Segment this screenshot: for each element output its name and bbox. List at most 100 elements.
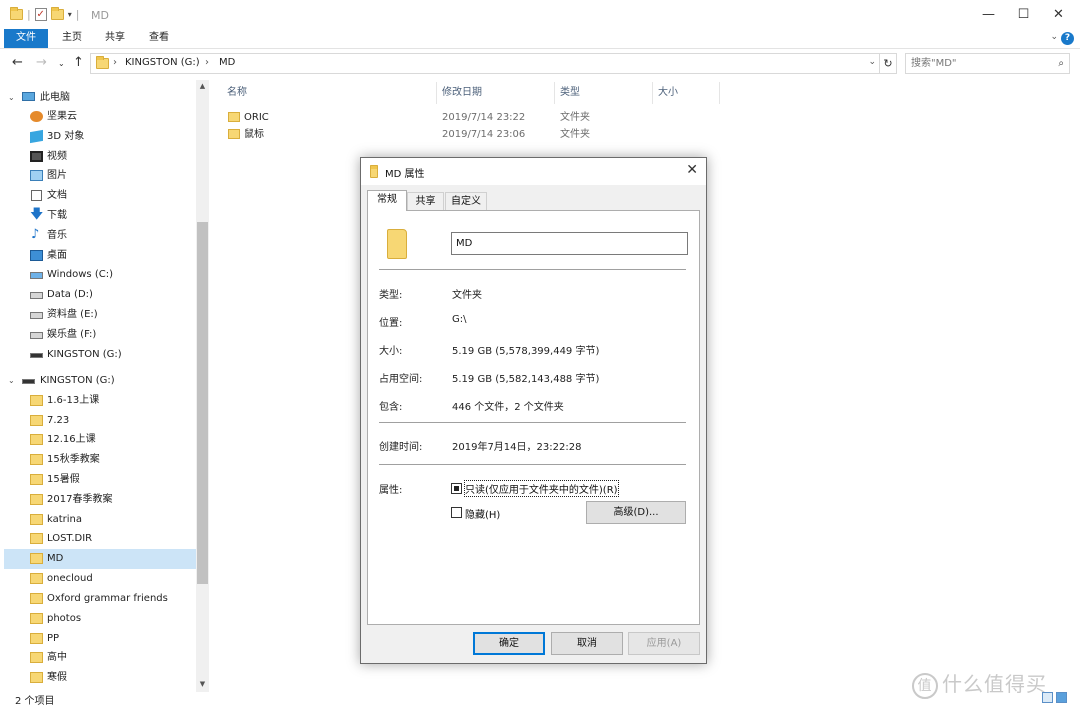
- nav-folder[interactable]: 15暑假: [4, 470, 196, 490]
- nav-item-pictures[interactable]: 图片: [4, 166, 196, 186]
- refresh-icon[interactable]: ↻: [880, 53, 897, 74]
- breadcrumb-separator-icon[interactable]: ›: [113, 57, 117, 68]
- nav-item-drive-c[interactable]: Windows (C:): [4, 265, 196, 285]
- new-folder-icon[interactable]: [50, 7, 64, 20]
- nav-folder[interactable]: 高中: [4, 648, 196, 668]
- hidden-checkbox-label[interactable]: 隐藏(H): [465, 506, 500, 521]
- help-icon[interactable]: ?: [1061, 32, 1074, 45]
- search-input[interactable]: 搜索"MD" ⌕: [905, 53, 1070, 74]
- nav-folder[interactable]: katrina: [4, 510, 196, 530]
- chevron-down-icon[interactable]: ⌄: [1050, 32, 1058, 42]
- tab-general[interactable]: 常规: [367, 190, 407, 211]
- close-button[interactable]: ✕: [1036, 0, 1080, 30]
- drive-icon: [30, 292, 43, 299]
- nav-item-music[interactable]: ♪ 音乐: [4, 226, 196, 246]
- column-header-name[interactable]: 名称: [222, 82, 437, 104]
- properties-icon[interactable]: ✓: [34, 8, 47, 21]
- prop-value: G:\: [452, 314, 467, 325]
- chevron-down-icon[interactable]: ⌄: [868, 57, 876, 67]
- nav-folder[interactable]: 1.6-13上课: [4, 391, 196, 411]
- nav-this-pc[interactable]: ⌄ 此电脑: [4, 88, 196, 108]
- tab-customize[interactable]: 自定义: [445, 192, 487, 211]
- nav-scrollbar-thumb[interactable]: [197, 222, 208, 584]
- ribbon: 文件 主页 共享 查看 ⌄ ?: [0, 29, 1080, 49]
- forward-arrow-icon[interactable]: →: [36, 55, 47, 70]
- tab-file[interactable]: 文件: [4, 29, 48, 48]
- column-header-size[interactable]: 大小: [653, 82, 720, 104]
- view-toggle[interactable]: [1040, 690, 1070, 706]
- properties-dialog: MD 属性 ✕ 常规 共享 自定义 MD 类型: 文件夹 位置: G:\ 大小:…: [360, 157, 707, 664]
- scroll-up-icon[interactable]: ▲: [196, 80, 209, 92]
- nav-folder[interactable]: 12.16上课: [4, 430, 196, 450]
- divider: [379, 464, 686, 465]
- readonly-checkbox-label[interactable]: 只读(仅应用于文件夹中的文件)(R): [464, 480, 619, 497]
- nav-item-drive-g[interactable]: KINGSTON (G:): [4, 345, 196, 365]
- nav-folder[interactable]: LOST.DIR: [4, 529, 196, 549]
- nav-item-drive-d[interactable]: Data (D:): [4, 285, 196, 305]
- breadcrumb-separator-icon[interactable]: ›: [205, 57, 209, 68]
- nav-item-downloads[interactable]: 🡇 下载: [4, 206, 196, 226]
- tab-sharing[interactable]: 共享: [407, 192, 444, 211]
- prop-value: 5.19 GB (5,582,143,488 字节): [452, 374, 600, 385]
- breadcrumb-folder[interactable]: MD: [219, 57, 235, 68]
- nav-item-drive-e[interactable]: 资料盘 (E:): [4, 305, 196, 325]
- nav-folder[interactable]: 寒假: [4, 668, 196, 688]
- address-bar[interactable]: › KINGSTON (G:) › MD ⌄: [90, 53, 880, 74]
- desktop-icon: [30, 250, 43, 261]
- recent-locations-icon[interactable]: ⌄: [58, 59, 65, 68]
- advanced-button[interactable]: 高级(D)...: [586, 501, 686, 524]
- title-bar: | ✓ ▾ | MD — ☐ ✕: [0, 0, 1080, 30]
- pictures-icon: [30, 170, 43, 181]
- up-arrow-icon[interactable]: ↑: [73, 55, 84, 70]
- nav-folder[interactable]: Oxford grammar friends: [4, 589, 196, 609]
- close-icon[interactable]: ✕: [686, 162, 698, 178]
- apply-button[interactable]: 应用(A): [628, 632, 700, 655]
- tab-share[interactable]: 共享: [96, 29, 134, 48]
- collapse-arrow-icon[interactable]: ⌄: [8, 371, 15, 391]
- file-row[interactable]: ORIC 2019/7/14 23:22 文件夹: [222, 109, 722, 126]
- general-panel: MD 类型: 文件夹 位置: G:\ 大小: 5.19 GB (5,578,39…: [367, 210, 700, 625]
- column-header-modified[interactable]: 修改日期: [437, 82, 555, 104]
- nav-item-video[interactable]: 视频: [4, 147, 196, 167]
- nav-item-documents[interactable]: 文档: [4, 186, 196, 206]
- nav-folder[interactable]: PP: [4, 629, 196, 649]
- breadcrumb-drive[interactable]: KINGSTON (G:): [125, 57, 200, 68]
- ok-button[interactable]: 确定: [473, 632, 545, 655]
- 3d-objects-icon: [30, 129, 43, 144]
- column-header-type[interactable]: 类型: [555, 82, 653, 104]
- details-view-icon[interactable]: [1042, 692, 1053, 703]
- nav-item-drive-f[interactable]: 娱乐盘 (F:): [4, 325, 196, 345]
- nav-folder[interactable]: 2017春季教案: [4, 490, 196, 510]
- large-icons-view-icon[interactable]: [1056, 692, 1067, 703]
- back-arrow-icon[interactable]: ←: [12, 55, 23, 70]
- windows-drive-icon: [30, 272, 43, 279]
- tab-view[interactable]: 查看: [141, 29, 177, 48]
- video-icon: [30, 151, 43, 162]
- collapse-arrow-icon[interactable]: ⌄: [8, 88, 15, 108]
- navigation-bar: ← → ⌄ ↑ › KINGSTON (G:) › MD ⌄ ↻ 搜索"MD" …: [0, 51, 1080, 77]
- search-icon[interactable]: ⌕: [1058, 54, 1064, 73]
- nav-folder-selected[interactable]: MD: [4, 549, 196, 569]
- hidden-checkbox[interactable]: [451, 507, 462, 518]
- prop-label: 位置:: [379, 318, 403, 329]
- file-row[interactable]: 鼠标 2019/7/14 23:06 文件夹: [222, 126, 722, 143]
- search-placeholder: 搜索"MD": [911, 58, 957, 69]
- scroll-down-icon[interactable]: ▼: [196, 678, 209, 690]
- folder-icon: [30, 573, 43, 584]
- nav-kingston-drive[interactable]: ⌄ KINGSTON (G:): [4, 371, 196, 391]
- nav-folder[interactable]: photos: [4, 609, 196, 629]
- nav-folder[interactable]: 15秋季教案: [4, 450, 196, 470]
- nav-folder[interactable]: onecloud: [4, 569, 196, 589]
- prop-value: 5.19 GB (5,578,399,449 字节): [452, 346, 600, 357]
- customize-toolbar-icon[interactable]: ▾: [68, 10, 72, 19]
- prop-value: 文件夹: [452, 290, 482, 301]
- nav-item-desktop[interactable]: 桌面: [4, 246, 196, 266]
- folder-icon: [370, 165, 378, 178]
- nav-item-nutstore[interactable]: 坚果云: [4, 107, 196, 127]
- cancel-button[interactable]: 取消: [551, 632, 623, 655]
- folder-name-field[interactable]: MD: [451, 232, 688, 255]
- nav-folder[interactable]: 7.23: [4, 411, 196, 431]
- nav-item-3d-objects[interactable]: 3D 对象: [4, 127, 196, 147]
- tab-home[interactable]: 主页: [54, 29, 90, 48]
- readonly-checkbox[interactable]: [451, 483, 462, 494]
